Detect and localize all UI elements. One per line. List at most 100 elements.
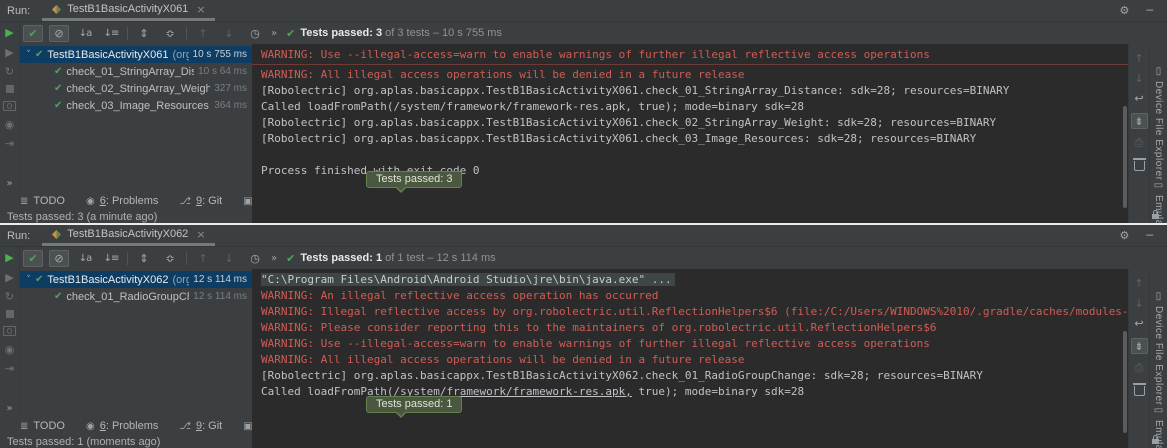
android-test-config-icon	[51, 229, 62, 240]
more-options-icon[interactable]: »	[6, 178, 12, 189]
next-occurrence-button[interactable]: ↓	[219, 250, 239, 267]
clear-all-icon[interactable]	[1134, 161, 1145, 171]
console-text: [Robolectric] org.aplas.basicappx.TestB1…	[261, 84, 1009, 97]
ignore-icon: ⊘	[54, 27, 63, 40]
run-with-coverage-button[interactable]: ↻	[5, 66, 14, 77]
console-text: WARNING: Illegal reflective access by or…	[261, 305, 1128, 318]
stripe-button-device-file-explorer[interactable]: ▯ Device File Explorer	[1153, 66, 1164, 180]
close-icon[interactable]: ×	[196, 3, 205, 16]
rerun-button[interactable]: ▶	[5, 251, 13, 264]
console-line: WARNING: Use --illegal-access=warn to en…	[261, 336, 1128, 352]
test-method-name: check_03_Image_Resources	[66, 100, 208, 112]
screenshot-button[interactable]	[3, 101, 16, 111]
collapse-all-button[interactable]: ≎	[160, 25, 180, 42]
toolbar-separator	[186, 252, 187, 265]
stacked-run-panels: Run: TestB1BasicActivityX061 × ⚙ ─ ▶ ▶ ↻…	[0, 0, 1167, 448]
sort-by-duration-button[interactable]: ↓≡	[101, 250, 121, 267]
show-passed-toggle[interactable]: ✔	[23, 250, 43, 267]
sort-alphabetically-button[interactable]: ↓a	[75, 250, 95, 267]
minimize-icon[interactable]: ─	[1146, 4, 1153, 17]
previous-occurrence-button[interactable]: ↑	[193, 250, 213, 267]
run-tab[interactable]: TestB1BasicActivityX061 ×	[42, 0, 214, 21]
check_01_RadioGroupChange[interactable]: ✔ check_01_RadioGroupChange 12 s 114 ms	[20, 288, 252, 305]
test-duration: 10 s 64 ms	[194, 66, 252, 77]
chevron-down-icon[interactable]: ˅	[23, 275, 34, 285]
sort-by-duration-button[interactable]: ↓≡	[101, 25, 121, 42]
scroll-down-icon[interactable]: ↓	[1134, 73, 1143, 85]
check_03_Image_Resources[interactable]: ✔ check_03_Image_Resources 364 ms	[20, 97, 252, 114]
test-summary: ✔ Tests passed: 3 of 3 tests – 10 s 755 …	[286, 27, 502, 40]
console-text: [Robolectric] org.aplas.basicappx.TestB1…	[261, 369, 983, 382]
scroll-down-icon[interactable]: ↓	[1134, 298, 1143, 310]
test-history-button[interactable]: ◷	[245, 25, 265, 42]
check_01_StringArray_Distance[interactable]: ✔ check_01_StringArray_Distance 10 s 64 …	[20, 63, 252, 80]
clear-all-icon[interactable]	[1134, 386, 1145, 396]
test-history-button[interactable]: ◷	[245, 250, 265, 267]
next-occurrence-button[interactable]: ↓	[219, 25, 239, 42]
test-package: (org.aplas.t	[172, 274, 189, 286]
previous-occurrence-button[interactable]: ↑	[193, 25, 213, 42]
stripe-button-device-file-explorer[interactable]: ▯ Device File Explorer	[1153, 291, 1164, 405]
expand-all-button[interactable]: ⇕	[134, 25, 154, 42]
show-ignored-toggle[interactable]: ⊘	[49, 250, 69, 267]
rerun-failed-tests-button[interactable]: ▶	[5, 47, 13, 58]
test-package: (org.aplas.t	[172, 49, 188, 61]
collapse-all-button[interactable]: ≎	[160, 250, 180, 267]
stripe-icon: ▭	[1154, 180, 1163, 191]
stripe-label: Device File Explorer	[1153, 81, 1164, 180]
console-vertical-scrollbar[interactable]	[1123, 331, 1127, 433]
chevron-down-icon[interactable]: ˅	[23, 50, 34, 60]
stop-button[interactable]	[6, 85, 14, 93]
run-with-coverage-button[interactable]: ↻	[5, 291, 14, 302]
test-toolbar: ✔ ⊘ ↓a ↓≡ ⇕ ≎ ↑ ↓ ◷ » ✔ Tests passed: 3 …	[20, 22, 1167, 44]
screen-record-button[interactable]: ◉	[5, 344, 15, 355]
gear-icon[interactable]: ⚙	[1120, 4, 1130, 17]
close-icon[interactable]: ×	[196, 228, 205, 241]
test-tree-root-row[interactable]: ˅ ✔ TestB1BasicActivityX061(org.aplas.t …	[20, 46, 252, 63]
more-options-icon[interactable]: »	[6, 403, 12, 414]
stripe-label: Device File Explorer	[1153, 306, 1164, 405]
test-tree-root-row[interactable]: ˅ ✔ TestB1BasicActivityX062(org.aplas.t …	[20, 271, 252, 288]
print-icon[interactable]: ⎙	[1135, 362, 1144, 374]
test-duration: 10 s 755 ms	[189, 49, 252, 60]
sort-alphabetically-button[interactable]: ↓a	[75, 25, 95, 42]
passed-check-icon: ✔	[286, 252, 295, 265]
scroll-up-icon[interactable]: ↑	[1134, 53, 1143, 65]
soft-wrap-icon[interactable]: ↩	[1134, 93, 1143, 105]
android-test-config-icon	[51, 4, 62, 15]
attach-debugger-button[interactable]: ⇥	[5, 138, 14, 149]
run-label: Run:	[7, 5, 30, 17]
rerun-failed-tests-button[interactable]: ▶	[5, 272, 13, 283]
test-passed-icon: ✔	[35, 274, 43, 285]
scroll-up-icon[interactable]: ↑	[1134, 278, 1143, 290]
console-text: WARNING: Please consider reporting this …	[261, 321, 937, 334]
console-text: WARNING: All illegal access operations w…	[261, 353, 744, 366]
expand-all-button[interactable]: ⇕	[134, 250, 154, 267]
screenshot-button[interactable]	[3, 326, 16, 336]
rerun-button[interactable]: ▶	[5, 26, 13, 39]
chevron-more-icon[interactable]: »	[271, 28, 277, 39]
show-ignored-toggle[interactable]: ⊘	[49, 25, 69, 42]
soft-wrap-icon[interactable]: ↩	[1134, 318, 1143, 330]
scroll-to-end-icon[interactable]: ⇟	[1131, 338, 1148, 354]
gear-icon[interactable]: ⚙	[1120, 229, 1130, 242]
minimize-icon[interactable]: ─	[1146, 229, 1153, 242]
screen-record-button[interactable]: ◉	[5, 119, 15, 130]
console-line: WARNING: All illegal access operations w…	[261, 352, 1128, 368]
test-summary: ✔ Tests passed: 1 of 1 test – 12 s 114 m…	[286, 252, 495, 265]
console-text: [Robolectric] org.aplas.basicappx.TestB1…	[261, 132, 976, 145]
scroll-to-end-icon[interactable]: ⇟	[1131, 113, 1148, 129]
stop-button[interactable]	[6, 310, 14, 318]
console-vertical-scrollbar[interactable]	[1123, 106, 1127, 208]
console-text: Called loadFromPath(/system/framework/fr…	[261, 100, 804, 113]
test-tree: ˅ ✔ TestB1BasicActivityX061(org.aplas.t …	[20, 44, 252, 223]
attach-debugger-button[interactable]: ⇥	[5, 363, 14, 374]
check_02_StringArray_Weight[interactable]: ✔ check_02_StringArray_Weight 327 ms	[20, 80, 252, 97]
test-class-name: TestB1BasicActivityX061	[47, 49, 168, 61]
toolbar-separator	[186, 27, 187, 40]
chevron-more-icon[interactable]: »	[271, 253, 277, 264]
run-tab[interactable]: TestB1BasicActivityX062 ×	[42, 225, 214, 246]
console-line: [Robolectric] org.aplas.basicappx.TestB1…	[261, 115, 1128, 131]
print-icon[interactable]: ⎙	[1135, 137, 1144, 149]
show-passed-toggle[interactable]: ✔	[23, 25, 43, 42]
